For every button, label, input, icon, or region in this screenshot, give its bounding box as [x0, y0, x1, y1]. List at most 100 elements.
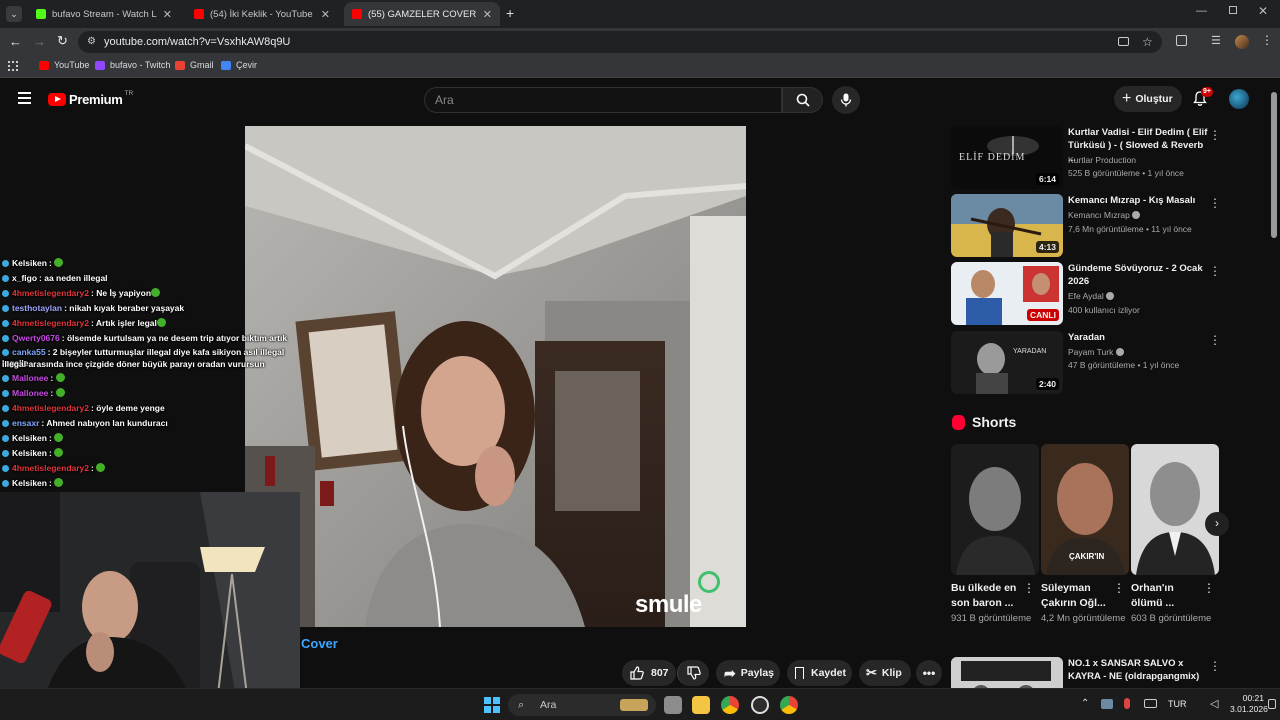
short-thumbnail[interactable]	[1131, 444, 1219, 575]
more-options-icon[interactable]: ⋮	[1203, 581, 1215, 595]
short-title[interactable]: Bu ülkede en son baron ...	[951, 581, 1025, 611]
related-video[interactable]: YARADAN 2:40 Yaradan Payam Turk 47 B gör…	[951, 331, 1231, 395]
youtube-logo[interactable]: Premium TR	[48, 90, 133, 107]
search-input[interactable]: Ara	[424, 87, 782, 113]
more-options-icon[interactable]: ⋮	[1209, 264, 1221, 278]
short-item[interactable]: Orhan'ın ölümü ... ⋮ 603 B görüntüleme	[1131, 444, 1219, 626]
chat-username[interactable]: Kelsiken	[12, 448, 47, 458]
hamburger-menu-icon[interactable]	[18, 92, 31, 104]
related-video[interactable]: NO.1 x SANSAR SALVO x KAYRA - NE (oldrap…	[951, 657, 1231, 689]
volume-tray-icon[interactable]: ◁	[1210, 697, 1218, 710]
profile-avatar[interactable]	[1235, 35, 1249, 49]
site-info-icon[interactable]: ⚙	[87, 31, 96, 53]
bookmark-twitch[interactable]: bufavo - Twitch	[95, 60, 170, 70]
short-thumbnail[interactable]: ÇAKIR'IN	[1041, 444, 1129, 575]
chat-username[interactable]: Mallonee	[12, 373, 48, 383]
chrome-icon[interactable]	[721, 696, 739, 714]
bookmark-translate[interactable]: Çevir	[221, 60, 257, 70]
back-arrow-icon[interactable]: ←	[9, 34, 22, 49]
close-window-icon[interactable]: ✕	[1258, 4, 1268, 18]
chat-username[interactable]: testhotaylan	[12, 303, 62, 313]
video-title[interactable]: Kemancı Mızrap - Kış Masalı	[1068, 194, 1208, 207]
notifications-bell-icon[interactable]: 9+	[1193, 87, 1213, 106]
microphone-tray-icon[interactable]	[1124, 698, 1130, 709]
close-tab-icon[interactable]: ✕	[163, 8, 172, 21]
reload-icon[interactable]: ↻	[57, 33, 68, 49]
channel-name[interactable]: Efe Aydal	[1068, 291, 1115, 301]
close-tab-icon[interactable]: ✕	[483, 8, 492, 21]
windows-start-icon[interactable]	[484, 697, 500, 713]
short-title[interactable]: Süleyman Çakırın Oğl...	[1041, 581, 1115, 611]
language-indicator[interactable]: TUR	[1168, 699, 1187, 709]
video-thumbnail[interactable]: YARADAN 2:40	[951, 331, 1063, 394]
keyboard-tray-icon[interactable]	[1144, 699, 1157, 708]
bookmark-star-icon[interactable]: ☆	[1142, 31, 1153, 53]
apps-grid-icon[interactable]	[8, 61, 18, 71]
more-options-icon[interactable]: ⋮	[1209, 196, 1221, 210]
short-item[interactable]: ÇAKIR'IN Süleyman Çakırın Oğl... ⋮ 4,2 M…	[1041, 444, 1129, 626]
video-title[interactable]: Gündeme Sövüyoruz - 2 Ocak 2026	[1068, 262, 1208, 288]
video-thumbnail[interactable]	[951, 657, 1063, 689]
notification-center-icon[interactable]	[1268, 699, 1276, 709]
tab-iki-keklik[interactable]: (54) İki Keklik - YouTube ✕	[186, 2, 338, 26]
video-player[interactable]: smule	[245, 126, 746, 627]
chat-username[interactable]: 4hmetislegendary2	[12, 403, 89, 413]
chat-username[interactable]: 4hmetislegendary2	[12, 318, 89, 328]
clock[interactable]: 00:21 3.01.2026	[1230, 693, 1268, 715]
chat-username[interactable]: canka55	[12, 347, 46, 357]
tab-gamzeler-cover[interactable]: (55) GAMZELER COVER KAP ✕	[344, 2, 500, 26]
more-options-icon[interactable]: ⋮	[1209, 659, 1221, 673]
video-title[interactable]: NO.1 x SANSAR SALVO x KAYRA - NE (oldrap…	[1068, 657, 1208, 683]
bookmark-gmail[interactable]: Gmail	[175, 60, 214, 70]
short-item[interactable]: Bu ülkede en son baron ... ⋮ 931 B görün…	[951, 444, 1039, 626]
more-actions-button[interactable]: •••	[916, 660, 942, 686]
restore-window-icon[interactable]	[1229, 6, 1237, 14]
chrome-menu-icon[interactable]: ⋮	[1261, 33, 1273, 47]
short-title[interactable]: Orhan'ın ölümü ...	[1131, 581, 1205, 611]
more-options-icon[interactable]: ⋮	[1209, 333, 1221, 347]
page-scrollbar[interactable]	[1271, 92, 1277, 238]
video-thumbnail[interactable]: CANLI	[951, 262, 1063, 325]
address-bar[interactable]: ⚙ youtube.com/watch?v=VsxhkAW8q9U ☆	[78, 31, 1162, 53]
file-explorer-icon[interactable]	[692, 696, 710, 714]
channel-name[interactable]: Payam Turk	[1068, 347, 1124, 357]
chat-username[interactable]: Kelsiken	[12, 258, 47, 268]
video-thumbnail[interactable]: 4:13	[951, 194, 1063, 257]
chat-username[interactable]: x_figo	[12, 273, 37, 283]
chrome-profile-icon[interactable]	[780, 696, 798, 714]
taskbar-search[interactable]: ⌕ Ara	[508, 694, 656, 716]
more-options-icon[interactable]: ⋮	[1209, 128, 1221, 142]
chat-username[interactable]: Kelsiken	[12, 478, 47, 488]
bookmark-youtube[interactable]: YouTube	[39, 60, 89, 70]
more-options-icon[interactable]: ⋮	[1113, 581, 1125, 595]
tab-search-button[interactable]: ⌄	[6, 6, 22, 22]
save-button[interactable]: Kaydet	[787, 660, 852, 686]
chat-username[interactable]: ensaxr	[12, 418, 39, 428]
reading-list-icon[interactable]: ☰	[1211, 34, 1221, 47]
video-thumbnail[interactable]: ELİF DEDİM 6:14	[951, 126, 1063, 189]
cast-icon[interactable]	[1118, 37, 1129, 46]
channel-name[interactable]: Kurtlar Production	[1068, 155, 1136, 165]
network-tray-icon[interactable]	[1101, 699, 1113, 709]
tray-overflow-icon[interactable]: ⌃	[1081, 698, 1089, 709]
voice-search-button[interactable]	[832, 86, 860, 114]
chat-username[interactable]: 4hmetislegendary2	[12, 463, 89, 473]
task-view-icon[interactable]	[664, 696, 682, 714]
share-button[interactable]: ➦ Paylaş	[716, 660, 780, 686]
chat-username[interactable]: Mallonee	[12, 388, 48, 398]
tab-kick[interactable]: bufavo Stream - Watch Live on ✕	[28, 2, 180, 26]
chat-username[interactable]: 4hmetislegendary2	[12, 288, 89, 298]
minimize-window-icon[interactable]: —	[1196, 5, 1207, 17]
close-tab-icon[interactable]: ✕	[321, 8, 330, 21]
channel-name[interactable]: Kemancı Mızrap	[1068, 210, 1141, 220]
shorts-next-button[interactable]: ›	[1205, 512, 1229, 536]
clip-button[interactable]: ✂ Klip	[859, 660, 911, 686]
like-button[interactable]: 807	[622, 660, 676, 686]
extensions-icon[interactable]	[1176, 35, 1187, 46]
video-title[interactable]: Yaradan	[1068, 331, 1208, 344]
related-video[interactable]: 4:13 Kemancı Mızrap - Kış Masalı Kemancı…	[951, 194, 1231, 258]
account-avatar[interactable]	[1229, 89, 1249, 109]
obs-icon[interactable]	[751, 696, 769, 714]
more-options-icon[interactable]: ⋮	[1023, 581, 1035, 595]
create-button[interactable]: + Oluştur	[1114, 86, 1182, 112]
